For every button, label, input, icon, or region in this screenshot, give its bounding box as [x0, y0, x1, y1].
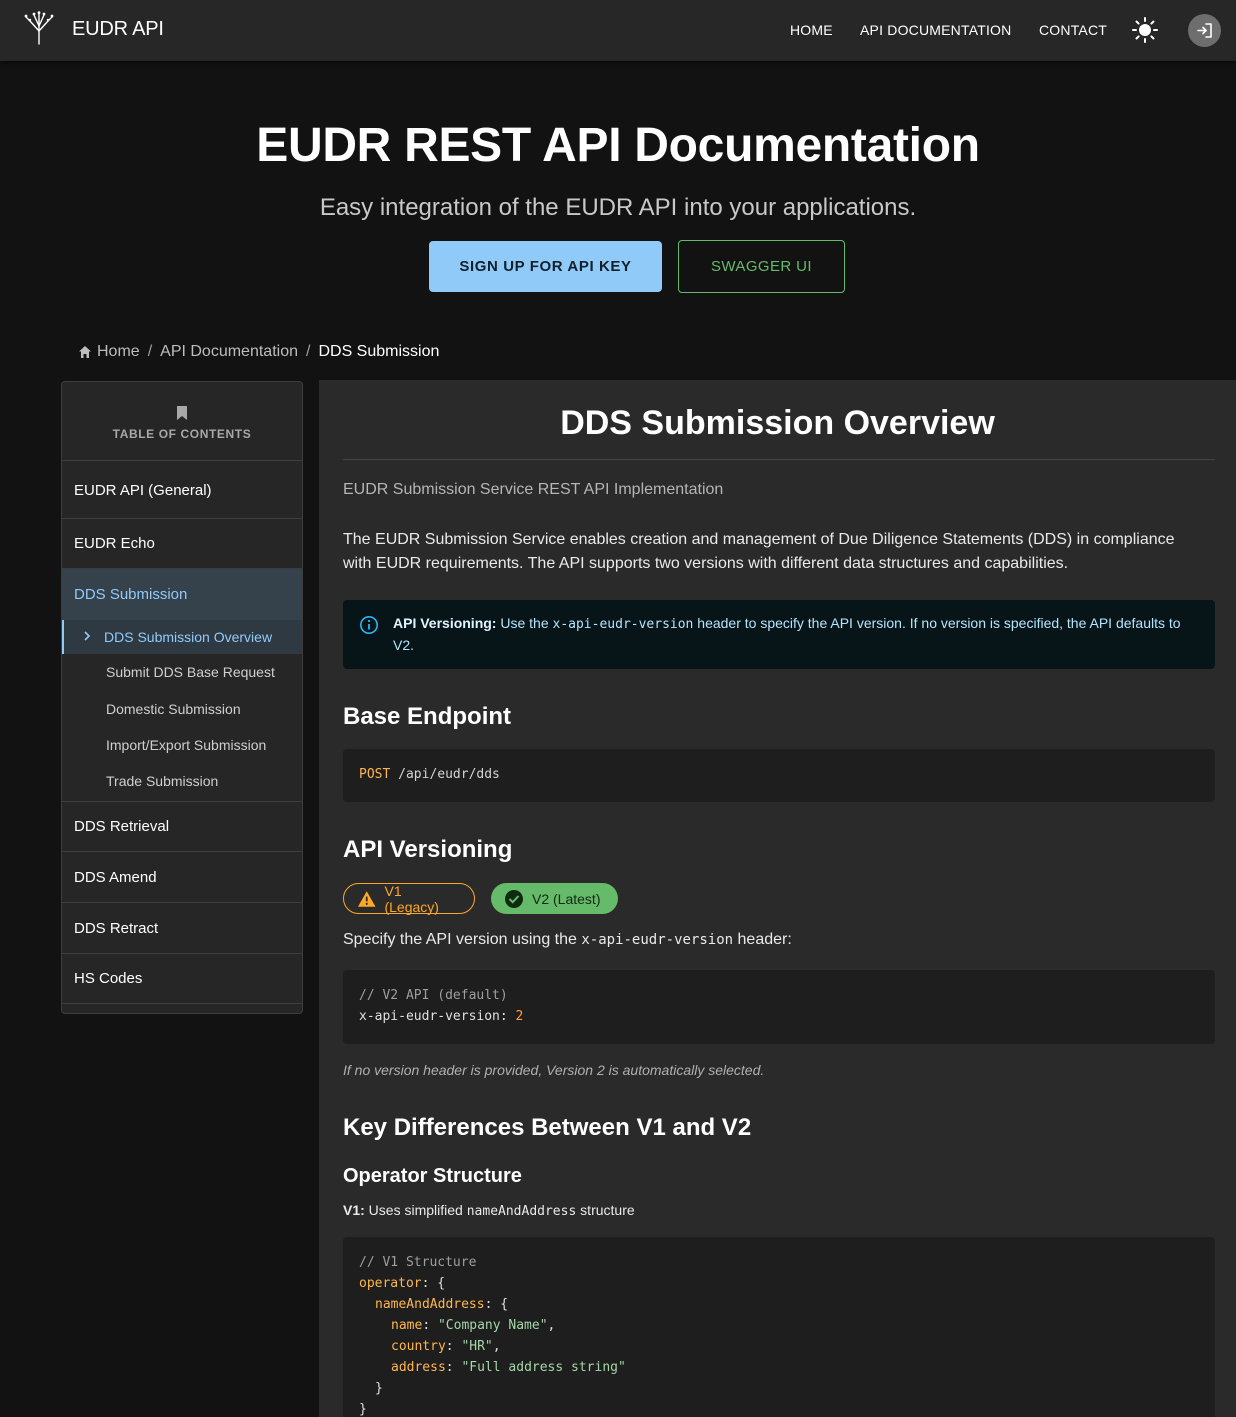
- v1-text-before: Uses simplified: [364, 1202, 467, 1218]
- breadcrumb-home[interactable]: Home: [97, 343, 140, 361]
- home-icon: [79, 346, 91, 358]
- toc-title: TABLE OF CONTENTS: [112, 427, 252, 441]
- v1-text-after: structure: [576, 1202, 635, 1218]
- code-value-address: "Full address string": [461, 1360, 626, 1375]
- version-header-code-block: // V2 API (default) x-api-eudr-version: …: [343, 970, 1215, 1044]
- check-circle-icon: [505, 889, 523, 908]
- base-endpoint-heading: Base Endpoint: [343, 703, 512, 730]
- v1-structure-description: V1: Uses simplified nameAndAddress struc…: [343, 1202, 635, 1219]
- version-instruction-after: header:: [733, 931, 792, 948]
- toc-subitem-label: DDS Submission Overview: [104, 629, 273, 645]
- info-icon: [360, 616, 378, 634]
- toc-item-eudr-echo[interactable]: EUDR Echo: [62, 519, 302, 569]
- v2-latest-chip: V2 (Latest): [491, 883, 618, 914]
- info-alert-text: API Versioning: Use the x-api-eudr-versi…: [393, 613, 1205, 656]
- code-key-nameandaddress: nameAndAddress: [375, 1297, 485, 1312]
- v1-structure-code-block: // V1 Structure operator: { nameAndAddre…: [343, 1237, 1215, 1417]
- info-alert-code: x-api-eudr-version: [552, 617, 694, 632]
- breadcrumb: Home / API Documentation / DDS Submissio…: [78, 342, 439, 362]
- code-header-value: 2: [515, 1009, 524, 1024]
- code-value-country: "HR": [461, 1339, 493, 1354]
- version-instruction-before: Specify the API version using the: [343, 931, 582, 948]
- code-header-key: x-api-eudr-version:: [359, 1009, 508, 1024]
- base-endpoint-code: POST /api/eudr/dds: [343, 749, 1215, 802]
- section-title: DDS Submission Overview: [560, 404, 995, 442]
- login-icon: [1197, 23, 1212, 38]
- version-header-code: x-api-eudr-version: [581, 932, 734, 948]
- toc-item-dds-submission[interactable]: DDS Submission: [62, 569, 302, 620]
- toc-subitem-domestic-submission[interactable]: Domestic Submission: [62, 690, 302, 727]
- info-alert: API Versioning: Use the x-api-eudr-versi…: [343, 600, 1215, 669]
- page-hero-subtitle: Easy integration of the EUDR API into yo…: [319, 194, 917, 221]
- breadcrumb-separator: /: [306, 343, 311, 360]
- v1-legacy-chip: V1 (Legacy): [343, 882, 475, 915]
- brand-name[interactable]: EUDR API: [72, 18, 164, 41]
- breadcrumb-separator: /: [147, 343, 153, 360]
- code-comment: // V1 Structure: [359, 1255, 477, 1270]
- code-key-address: address: [391, 1360, 446, 1375]
- toc-item-eudr-api-general[interactable]: EUDR API (General): [62, 462, 302, 519]
- toc-header: TABLE OF CONTENTS: [62, 382, 302, 461]
- nav-home[interactable]: HOME: [790, 22, 833, 38]
- toc-item-dds-amend[interactable]: DDS Amend: [62, 852, 302, 903]
- v1-code: nameAndAddress: [466, 1204, 577, 1219]
- toc-subitem-dds-submission-overview[interactable]: DDS Submission Overview: [62, 620, 302, 654]
- breadcrumb-api-documentation[interactable]: API Documentation: [160, 343, 298, 361]
- default-version-note: If no version header is provided, Versio…: [343, 1062, 765, 1078]
- version-instruction: Specify the API version using the x-api-…: [343, 931, 792, 949]
- toc-subitem-submit-dds-base-request[interactable]: Submit DDS Base Request: [62, 654, 302, 690]
- nav-contact[interactable]: CONTACT: [1039, 22, 1107, 38]
- bookmark-icon: [177, 406, 187, 420]
- toc-item-dds-retract[interactable]: DDS Retract: [62, 903, 302, 954]
- v1-chip-label: V1 (Legacy): [384, 882, 439, 915]
- app-bar: EUDR API HOME API DOCUMENTATION CONTACT: [0, 0, 1236, 61]
- v1-label: V1:: [343, 1202, 365, 1218]
- section-subtitle: EUDR Submission Service REST API Impleme…: [343, 481, 724, 498]
- key-differences-heading: Key Differences Between V1 and V2: [343, 1114, 752, 1141]
- toc-item-hs-codes[interactable]: HS Codes: [62, 954, 302, 1004]
- nav-api-documentation[interactable]: API DOCUMENTATION: [860, 22, 1011, 38]
- toc-item-dds-retrieval[interactable]: DDS Retrieval: [62, 802, 302, 852]
- v2-chip-label: V2 (Latest): [532, 890, 601, 907]
- toc-subitem-trade-submission[interactable]: Trade Submission: [62, 763, 302, 799]
- page-hero-title: EUDR REST API Documentation: [256, 119, 980, 172]
- toc-submenu: DDS Submission Overview Submit DDS Base …: [62, 620, 302, 802]
- swagger-ui-button[interactable]: SWAGGER UI: [678, 240, 845, 293]
- code-value-name: "Company Name": [437, 1318, 548, 1333]
- content-panel: DDS Submission Overview EUDR Submission …: [319, 380, 1236, 1417]
- login-button[interactable]: [1188, 14, 1221, 47]
- code-comment: // V2 API (default): [359, 988, 508, 1003]
- intro-paragraph: The EUDR Submission Service enables crea…: [343, 531, 1175, 572]
- sun-icon[interactable]: [1132, 17, 1158, 43]
- endpoint-path: /api/eudr/dds: [398, 767, 500, 782]
- code-key-name: name: [391, 1318, 423, 1333]
- breadcrumb-current: DDS Submission: [318, 343, 440, 360]
- warning-icon: [357, 890, 376, 907]
- chevron-right-icon: [84, 631, 91, 641]
- divider: [343, 459, 1215, 460]
- api-versioning-heading: API Versioning: [343, 836, 513, 863]
- toc-subitem-import-export-submission[interactable]: Import/Export Submission: [62, 727, 302, 763]
- operator-structure-heading: Operator Structure: [343, 1165, 522, 1187]
- table-of-contents: TABLE OF CONTENTS EUDR API (General) EUD…: [61, 381, 303, 1014]
- http-method: POST: [359, 767, 391, 782]
- info-alert-text-before: Use the: [496, 615, 553, 631]
- tree-logo-icon[interactable]: [24, 11, 54, 45]
- sign-up-api-key-button[interactable]: SIGN UP FOR API KEY: [429, 241, 662, 292]
- code-key-operator: operator: [359, 1276, 422, 1291]
- code-key-country: country: [391, 1339, 446, 1354]
- info-alert-label: API Versioning:: [393, 615, 497, 631]
